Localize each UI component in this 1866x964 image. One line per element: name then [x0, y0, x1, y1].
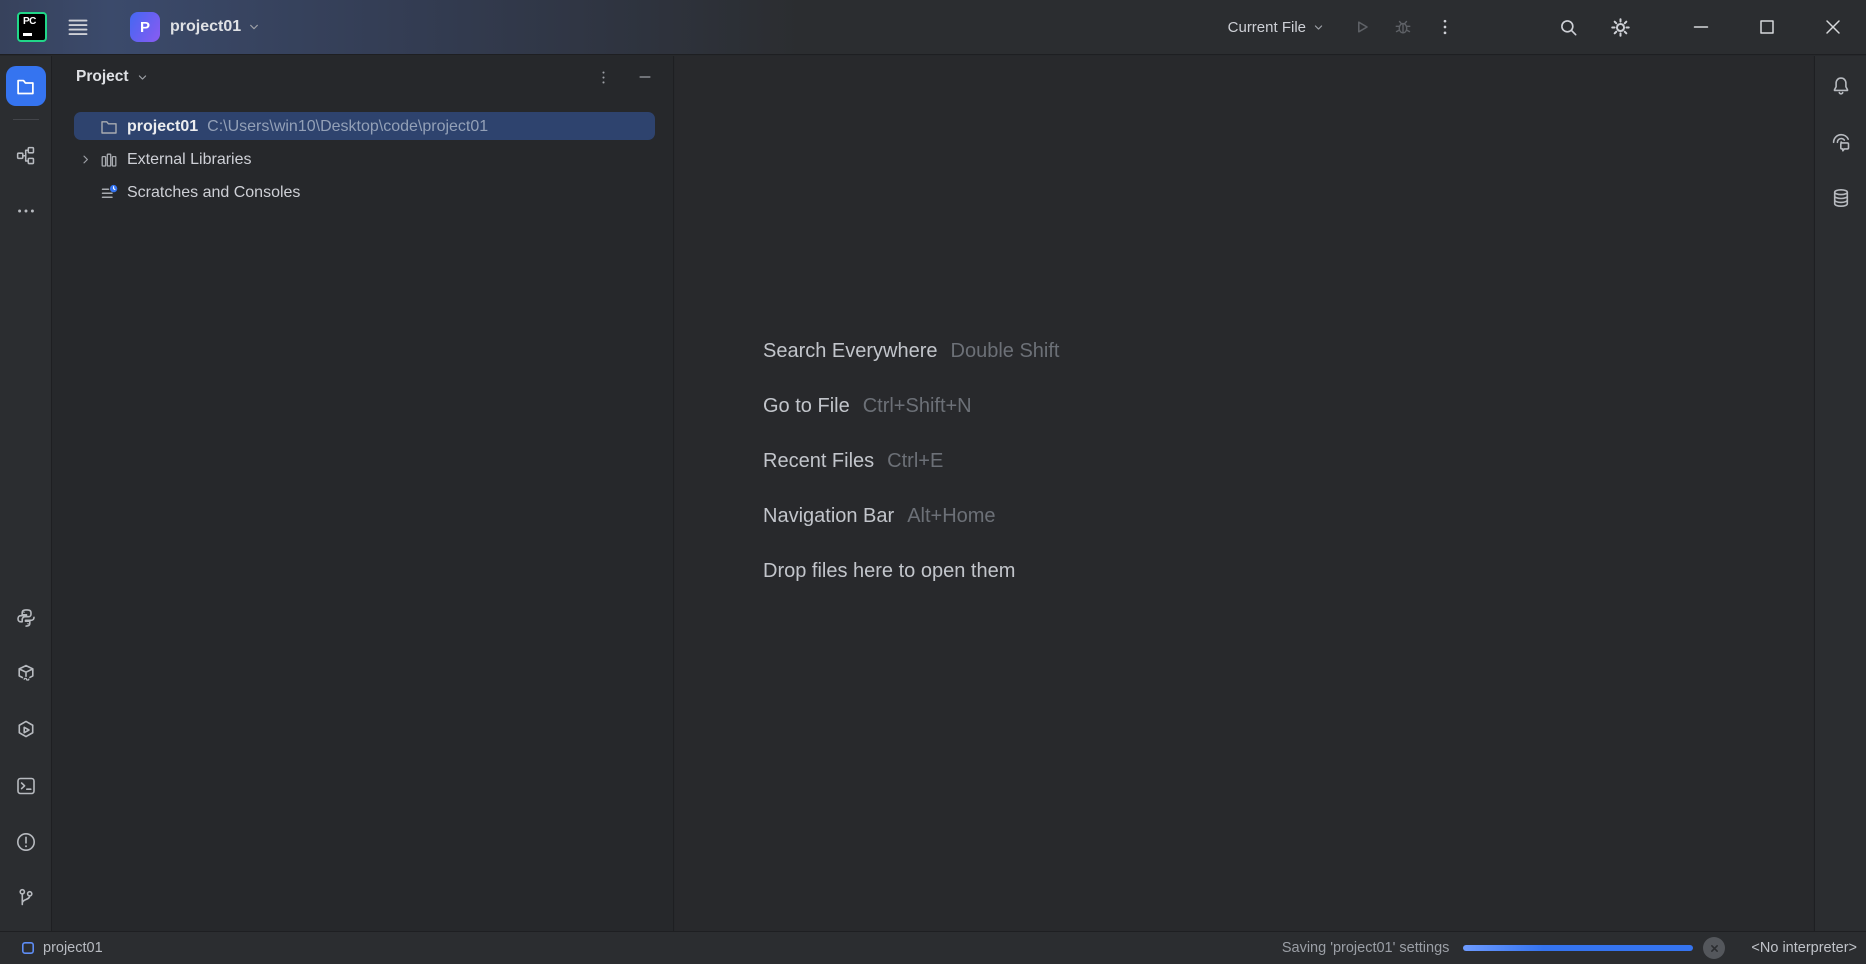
hamburger-menu-icon[interactable]: [60, 9, 96, 45]
project-name: project01: [170, 18, 241, 36]
structure-icon[interactable]: [6, 135, 46, 175]
search-icon[interactable]: [1550, 9, 1586, 45]
project-folder-icon[interactable]: [6, 66, 46, 106]
project-window-icon: [21, 941, 35, 955]
tree-row-project-root[interactable]: project01 C:\Users\win10\Desktop\code\pr…: [53, 110, 673, 143]
maximize-icon[interactable]: [1734, 0, 1800, 55]
pycharm-logo: PC: [17, 12, 47, 42]
tree-row-scratches[interactable]: Scratches and Consoles: [53, 176, 673, 209]
project-tree: project01 C:\Users\win10\Desktop\code\pr…: [53, 98, 673, 209]
project-panel-header: Project: [53, 56, 673, 98]
chevron-down-icon: [246, 19, 262, 35]
empty-state-shortcuts: Search Everywhere Double Shift Go to Fil…: [763, 324, 1060, 599]
problems-icon[interactable]: [6, 822, 46, 862]
ai-assistant-icon[interactable]: [1821, 122, 1861, 162]
title-bar: PC P project01 Current File: [0, 0, 1866, 55]
hide-panel-icon[interactable]: [631, 63, 659, 91]
version-control-icon[interactable]: [6, 878, 46, 918]
run-configuration-selector[interactable]: Current File: [1228, 19, 1326, 36]
notifications-bell-icon[interactable]: [1821, 66, 1861, 106]
chevron-right-icon[interactable]: [75, 152, 95, 167]
library-icon: [98, 150, 120, 170]
chevron-down-icon: [135, 70, 150, 85]
python-console-icon[interactable]: [6, 598, 46, 638]
interpreter-widget[interactable]: <No interpreter>: [1751, 940, 1857, 956]
shortcut-row: Search Everywhere Double Shift: [763, 324, 1060, 379]
cancel-task-icon[interactable]: [1703, 937, 1725, 959]
services-icon[interactable]: [6, 710, 46, 750]
editor-area: Search Everywhere Double Shift Go to Fil…: [675, 56, 1813, 931]
shortcut-row: Go to File Ctrl+Shift+N: [763, 379, 1060, 434]
folder-icon: [98, 117, 120, 137]
right-tool-window-bar: [1814, 56, 1866, 931]
status-project-widget[interactable]: project01: [21, 940, 103, 956]
tree-row-external-libraries[interactable]: External Libraries: [53, 143, 673, 176]
minimize-icon[interactable]: [1668, 0, 1734, 55]
project-view-selector[interactable]: Project: [76, 68, 150, 86]
debug-icon[interactable]: [1385, 9, 1421, 45]
run-icon[interactable]: [1344, 9, 1380, 45]
python-packages-icon[interactable]: [6, 654, 46, 694]
database-icon[interactable]: [1821, 178, 1861, 218]
scratches-icon: [98, 183, 120, 203]
project-badge: P: [130, 12, 160, 42]
background-task-label: Saving 'project01' settings: [1282, 940, 1450, 956]
terminal-icon[interactable]: [6, 766, 46, 806]
toolbar-divider: [13, 119, 39, 120]
progress-bar: [1463, 945, 1693, 951]
kebab-menu-icon[interactable]: [1427, 9, 1463, 45]
project-selector[interactable]: P project01: [130, 12, 262, 42]
status-bar: project01 Saving 'project01' settings <N…: [0, 931, 1866, 964]
left-tool-window-bar: [0, 56, 52, 931]
more-tool-windows-icon[interactable]: [6, 191, 46, 231]
shortcut-row: Recent Files Ctrl+E: [763, 434, 1060, 489]
settings-gear-icon[interactable]: [1602, 9, 1638, 45]
chevron-down-icon: [1311, 20, 1326, 35]
shortcut-row: Navigation Bar Alt+Home: [763, 489, 1060, 544]
project-tool-window: Project project01: [53, 56, 674, 931]
drop-files-hint: Drop files here to open them: [763, 544, 1060, 599]
close-icon[interactable]: [1800, 0, 1866, 55]
panel-options-kebab-icon[interactable]: [589, 63, 617, 91]
